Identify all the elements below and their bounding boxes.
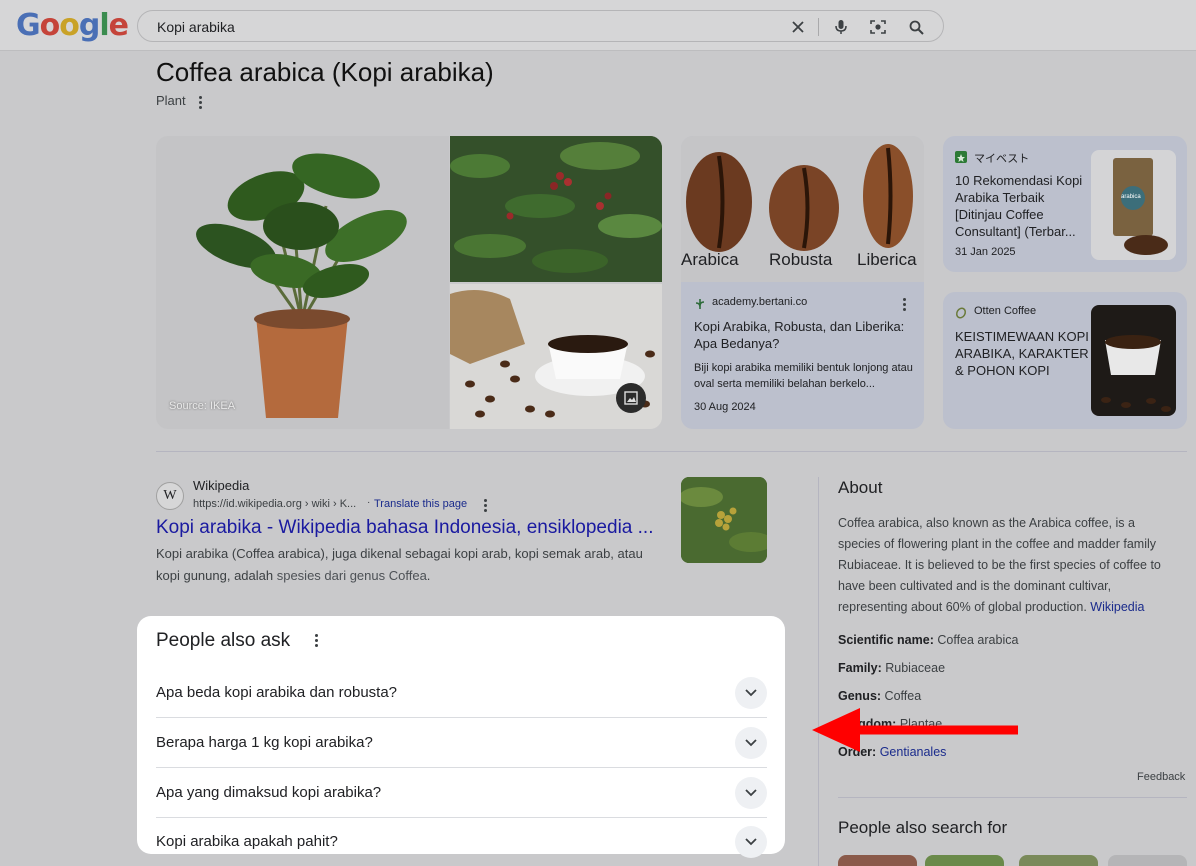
paa-question[interactable]: Apa yang dimaksud kopi arabika? [156, 768, 767, 818]
coffee-pack-image: arabica [1091, 150, 1176, 260]
coffee-tree-image[interactable] [450, 136, 662, 282]
coffee-cup-image[interactable] [450, 284, 662, 429]
about-heading: About [838, 478, 883, 497]
panel-divider [838, 797, 1187, 798]
result-site-name[interactable]: Wikipedia [193, 478, 249, 493]
site-favicon-icon [694, 297, 706, 309]
chevron-down-icon[interactable] [735, 727, 767, 759]
card-title[interactable]: 10 Rekomendasi Kopi Arabika Terbaik [Dit… [955, 172, 1091, 240]
google-logo[interactable]: Google [16, 8, 129, 43]
card-more-icon[interactable] [898, 298, 910, 311]
url-separator: · [367, 497, 371, 508]
related-thumbnail[interactable] [838, 855, 917, 866]
article-card[interactable]: マイベスト 10 Rekomendasi Kopi Arabika Terbai… [943, 136, 1187, 272]
pack-label: arabica [1121, 194, 1141, 200]
result-thumbnail[interactable] [681, 477, 767, 563]
logo-letter: G [16, 8, 41, 43]
article-card[interactable]: Otten Coffee KEISTIMEWAAN KOPI ARABIKA, … [943, 292, 1187, 429]
card-source: Otten Coffee [974, 305, 1037, 317]
paa-heading: People also ask [156, 630, 291, 651]
bean-label: Arabica [681, 250, 739, 269]
mic-icon[interactable] [830, 16, 852, 38]
paa-question-text: Apa yang dimaksud kopi arabika? [156, 784, 382, 801]
result-title-link[interactable]: Kopi arabika - Wikipedia bahasa Indonesi… [156, 517, 653, 539]
search-input[interactable] [157, 17, 757, 37]
card-source: academy.bertani.co [712, 296, 808, 308]
search-divider [818, 18, 819, 36]
clear-icon[interactable] [787, 16, 809, 38]
search-box [137, 10, 944, 42]
paa-question-text: Apa beda kopi arabika dan robusta? [156, 684, 398, 701]
wikipedia-link[interactable]: Wikipedia [1090, 600, 1144, 614]
page-title: Coffea arabica (Kopi arabika) [156, 57, 494, 87]
fact-label: Family: [838, 661, 882, 675]
translate-link[interactable]: Translate this page [374, 498, 467, 510]
chevron-down-icon[interactable] [735, 777, 767, 809]
card-date: 30 Aug 2024 [694, 401, 756, 413]
fact-genus: Genus: Coffea [838, 689, 921, 703]
result-url[interactable]: https://id.wikipedia.org › wiki › K... [193, 498, 356, 510]
fact-label: Genus: [838, 689, 882, 703]
paa-question[interactable]: Kopi arabika apakah pahit? [156, 817, 767, 866]
site-favicon-icon [955, 306, 967, 319]
card-source: マイベスト [974, 153, 1030, 165]
annotation-arrow-icon [812, 708, 1018, 752]
panel-divider [818, 477, 819, 866]
bean-label: Liberica [857, 250, 917, 269]
fact-label: Scientific name: [838, 633, 934, 647]
search-icon[interactable] [905, 16, 927, 38]
about-description: Coffea arabica, also known as the Arabic… [838, 513, 1178, 618]
also-search-heading: People also search for [838, 818, 1008, 837]
result-snippet: Kopi arabika (Coffea arabica), juga dike… [156, 543, 666, 587]
site-favicon-icon [955, 151, 967, 163]
related-thumbnail[interactable] [925, 855, 1004, 866]
paa-more-icon[interactable] [310, 634, 322, 647]
card-title[interactable]: Kopi Arabika, Robusta, dan Liberika: Apa… [694, 318, 914, 352]
paa-question-text: Kopi arabika apakah pahit? [156, 833, 338, 850]
paa-question[interactable]: Berapa harga 1 kg kopi arabika? [156, 718, 767, 768]
logo-letter: o [59, 8, 80, 43]
card-date: 31 Jan 2025 [955, 246, 1016, 258]
fact-scientific-name: Scientific name: Coffea arabica [838, 633, 1018, 647]
wikipedia-favicon-icon[interactable]: W [156, 482, 184, 510]
top-bar: Google [0, 0, 1196, 51]
result-more-icon[interactable] [479, 499, 491, 512]
more-options-icon[interactable] [194, 96, 206, 109]
people-also-ask: People also ask Apa beda kopi arabika da… [137, 616, 785, 858]
paa-question[interactable]: Apa beda kopi arabika dan robusta? [156, 668, 767, 718]
article-card[interactable]: Arabica Robusta Liberica academy.bertani… [681, 136, 924, 429]
logo-letter: g [78, 8, 101, 43]
snippet-highlight: spesies dari genus Coffea [276, 568, 427, 583]
card-description: Biji kopi arabika memiliki bentuk lonjon… [694, 362, 913, 390]
chevron-down-icon[interactable] [735, 677, 767, 709]
plant-image[interactable] [156, 136, 449, 429]
related-thumbnail[interactable] [1019, 855, 1098, 866]
paa-question-text: Berapa harga 1 kg kopi arabika? [156, 734, 373, 751]
fact-value: Rubiaceae [885, 661, 946, 675]
related-thumbnail[interactable] [1108, 855, 1187, 866]
logo-letter: l [99, 8, 109, 43]
bean-label: Robusta [769, 250, 833, 269]
fact-value: Coffea [884, 689, 922, 703]
snippet-end: . [426, 568, 431, 583]
image-expand-icon[interactable] [616, 383, 646, 413]
card-title[interactable]: KEISTIMEWAAN KOPI ARABIKA, KARAKTER & PO… [955, 328, 1091, 379]
chevron-down-icon[interactable] [735, 826, 767, 858]
fact-value: Coffea arabica [937, 633, 1019, 647]
feedback-link[interactable]: Feedback [1137, 771, 1185, 783]
logo-letter: e [108, 8, 129, 43]
logo-letter: o [39, 8, 61, 43]
lens-icon[interactable] [867, 16, 889, 38]
image-source-caption: Source: IKEA [169, 400, 236, 412]
section-divider [156, 451, 1187, 452]
coffee-cup-thumb [1091, 305, 1176, 416]
entity-type: Plant [156, 93, 186, 108]
fact-family: Family: Rubiaceae [838, 661, 945, 675]
